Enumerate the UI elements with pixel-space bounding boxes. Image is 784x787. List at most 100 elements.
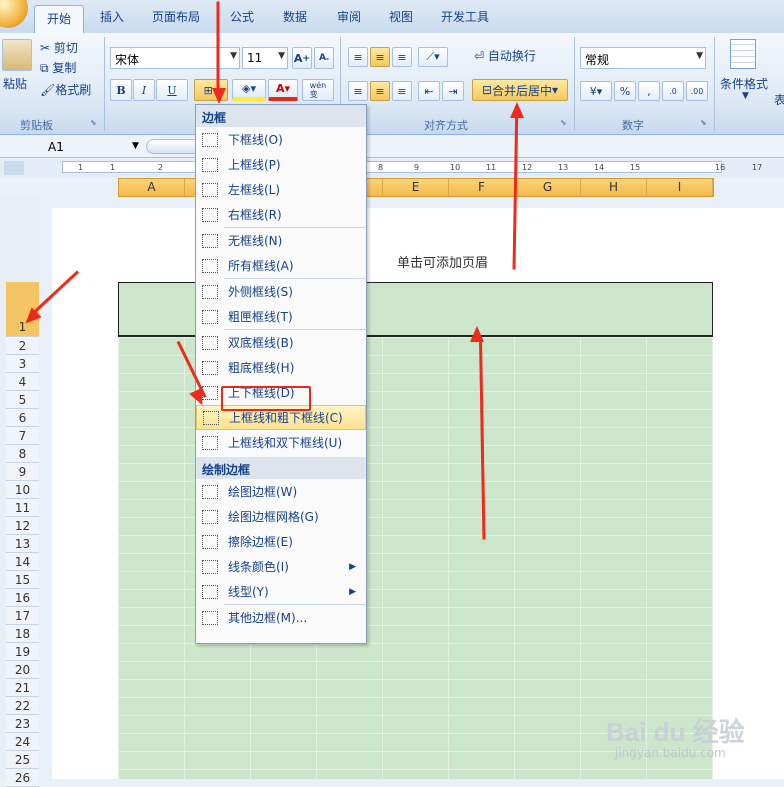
align-left-icon[interactable]: ≡ [348,81,368,101]
align-bottom-icon[interactable]: ≡ [392,47,412,67]
row-header[interactable]: 11 [6,499,39,517]
row-header[interactable]: 22 [6,697,39,715]
dialog-launcher-icon[interactable]: ⬊ [560,118,567,127]
row-header[interactable]: 9 [6,463,39,481]
decrease-decimal-icon[interactable]: .00 [686,81,708,101]
row-header[interactable]: 5 [6,391,39,409]
tab-formulas[interactable]: 公式 [230,8,254,25]
row-header[interactable]: 6 [6,409,39,427]
copy-button[interactable]: ⧉ 复制 [40,59,76,76]
menu-item[interactable]: 右框线(R) [196,202,366,227]
format-table-button[interactable]: 表 [774,91,784,108]
increase-indent-icon[interactable]: ⇥ [442,81,464,101]
row-header[interactable]: 3 [6,355,39,373]
paste-button[interactable]: 粘贴 [3,75,27,92]
row-header[interactable]: 13 [6,535,39,553]
align-right-icon[interactable]: ≡ [392,81,412,101]
row-header[interactable]: 7 [6,427,39,445]
align-top-icon[interactable]: ≡ [348,47,368,67]
comma-button[interactable]: , [638,81,660,101]
row-header[interactable]: 15 [6,571,39,589]
shrink-font-icon[interactable]: A- [314,47,334,69]
currency-icon[interactable]: ¥▾ [580,81,612,101]
cut-button[interactable]: ✂ 剪切 [40,39,78,56]
row-header[interactable]: 19 [6,643,39,661]
menu-item[interactable]: 粗匣框线(T) [196,304,366,329]
underline-button[interactable]: U [156,79,188,101]
phonetic-button[interactable]: wén 变 [302,79,334,101]
align-center-icon[interactable]: ≡ [370,81,390,101]
header-placeholder[interactable]: 单击可添加页眉 [397,252,488,271]
decrease-indent-icon[interactable]: ⇤ [418,81,440,101]
column-header[interactable]: A [119,179,185,196]
menu-item[interactable]: 双底框线(B) [196,330,366,355]
orientation-icon[interactable]: ⟋▾ [418,47,448,67]
tab-insert[interactable]: 插入 [100,8,124,25]
fill-color-button[interactable]: ◈ ▾ [232,79,266,101]
tab-page-layout[interactable]: 页面布局 [152,8,200,25]
name-box[interactable]: A1 [48,140,64,154]
select-all-corner[interactable] [4,161,24,175]
number-format-combo[interactable]: 常规 ▼ [580,47,706,69]
tab-developer[interactable]: 开发工具 [441,8,489,25]
menu-item[interactable]: 所有框线(A) [196,253,366,278]
row-header[interactable]: 14 [6,553,39,571]
dialog-launcher-icon[interactable]: ⬊ [700,118,707,127]
row-header[interactable]: 21 [6,679,39,697]
tab-data[interactable]: 数据 [283,8,307,25]
row-header[interactable]: 16 [6,589,39,607]
row-header[interactable]: 10 [6,481,39,499]
merge-center-button[interactable]: ⊟ 合并后居中 ▾ [472,79,568,101]
font-size-combo[interactable]: 11 ▼ [242,47,288,69]
row-header[interactable]: 23 [6,715,39,733]
menu-item[interactable]: 上框线和双下框线(U) [196,430,366,455]
column-header[interactable]: H [581,179,647,196]
format-painter-button[interactable]: 🖌格式刷 [40,81,91,98]
row-header[interactable]: 20 [6,661,39,679]
menu-item[interactable]: 粗底框线(H) [196,355,366,380]
menu-item[interactable]: 线型(Y) ▶ [196,579,366,604]
wrap-text-button[interactable]: ⏎ 自动换行 [474,47,536,64]
menu-item[interactable]: 擦除边框(E) [196,529,366,554]
column-header[interactable]: I [647,179,713,196]
menu-item[interactable]: 绘图边框(W) [196,479,366,504]
conditional-format-icon[interactable] [730,39,756,69]
conditional-format-button[interactable]: 条件格式 [720,75,768,92]
menu-item[interactable]: 其他边框(M)... [196,605,366,630]
font-name-combo[interactable]: 宋体 ▼ [110,47,240,69]
menu-item[interactable]: 左框线(L) [196,177,366,202]
row-header[interactable]: 8 [6,445,39,463]
row-header[interactable]: 24 [6,733,39,751]
increase-decimal-icon[interactable]: .0 [662,81,684,101]
row-header[interactable]: 17 [6,607,39,625]
paste-icon[interactable] [2,39,32,71]
tab-home[interactable]: 开始 [34,5,84,33]
italic-button[interactable]: I [133,79,155,101]
row-header[interactable]: 12 [6,517,39,535]
column-header[interactable]: G [515,179,581,196]
tab-review[interactable]: 审阅 [337,8,361,25]
row-header[interactable]: 26 [6,769,39,787]
menu-item[interactable]: 外侧框线(S) [196,279,366,304]
percent-button[interactable]: % [614,81,636,101]
dialog-launcher-icon[interactable]: ⬊ [90,118,97,127]
menu-item[interactable]: 绘图边框网格(G) [196,504,366,529]
bold-button[interactable]: B [110,79,132,101]
row-header[interactable]: 2 [6,337,39,355]
grow-font-icon[interactable]: A + [292,47,312,69]
office-button-icon[interactable] [0,0,28,28]
chevron-down-icon[interactable]: ▼ [132,141,139,151]
all-borders-icon [202,258,218,273]
menu-item[interactable]: 下框线(O) [196,127,366,152]
font-color-button[interactable]: A ▾ [268,79,298,101]
menu-item[interactable]: 线条颜色(I) ▶ [196,554,366,579]
menu-item[interactable]: 上框线(P) [196,152,366,177]
menu-item[interactable]: 无框线(N) [196,228,366,253]
row-header[interactable]: 25 [6,751,39,769]
row-header[interactable]: 4 [6,373,39,391]
row-header[interactable]: 18 [6,625,39,643]
align-middle-icon[interactable]: ≡ [370,47,390,67]
column-header[interactable]: E [383,179,449,196]
column-header[interactable]: F [449,179,515,196]
tab-view[interactable]: 视图 [389,8,413,25]
